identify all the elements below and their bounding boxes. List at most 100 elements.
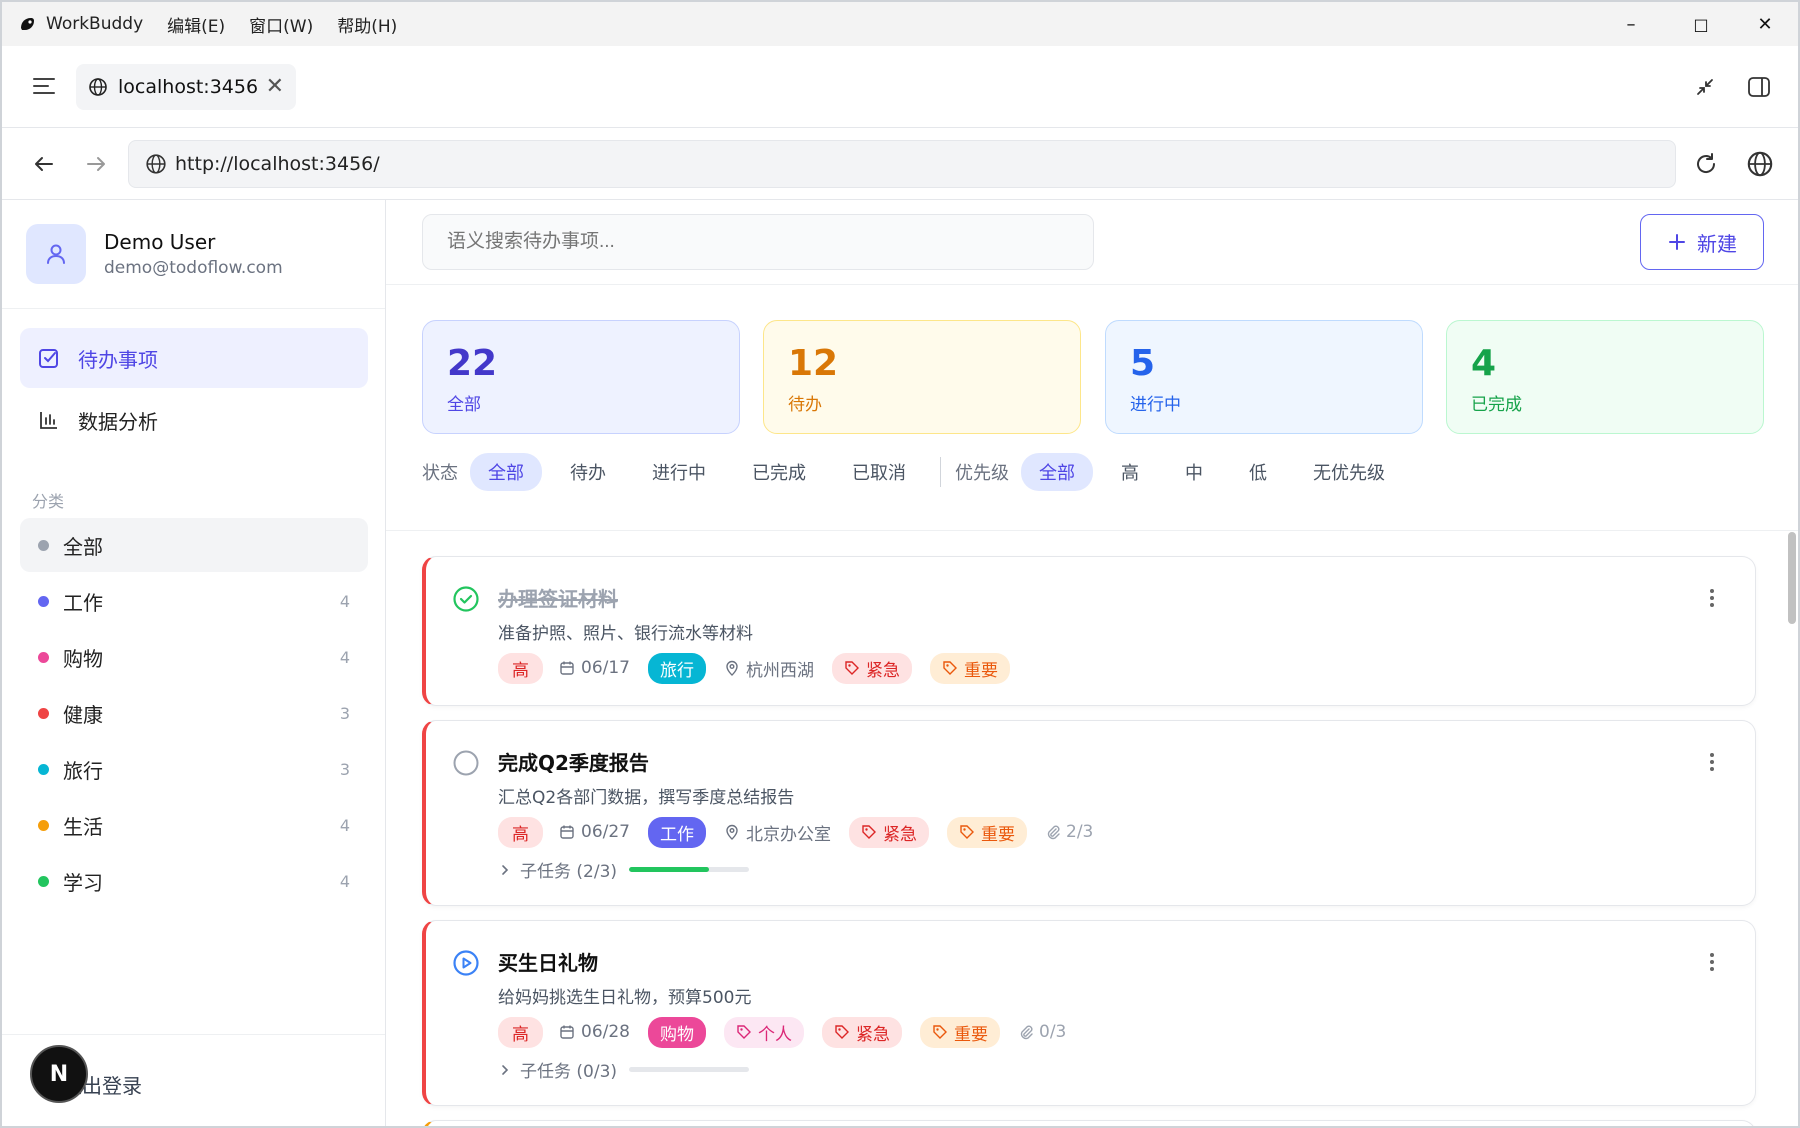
tag-badge: 紧急	[832, 652, 912, 684]
category-study[interactable]: 学习 4	[20, 854, 368, 908]
status-chip-todo[interactable]: 待办	[552, 453, 624, 491]
more-options-icon[interactable]	[1709, 951, 1715, 973]
subtasks-toggle[interactable]: 子任务 (0/3)	[498, 1057, 750, 1082]
more-options-icon[interactable]	[1709, 751, 1715, 773]
url-field[interactable]: http://localhost:3456/	[128, 140, 1676, 188]
maximize-button[interactable]: □	[1666, 2, 1736, 46]
stat-value: 22	[447, 343, 498, 384]
category-all[interactable]: 全部	[20, 518, 368, 572]
attachments: 2/3	[1045, 822, 1093, 842]
stat-value: 4	[1471, 343, 1497, 384]
back-arrow-icon[interactable]	[30, 150, 58, 178]
tag-icon	[960, 825, 974, 839]
more-options-icon[interactable]	[1709, 587, 1715, 609]
dev-tools-badge[interactable]: N	[30, 1045, 88, 1103]
subtasks-label: 子任务 (2/3)	[520, 862, 618, 882]
stat-card-done[interactable]: 4 已完成	[1446, 320, 1764, 434]
todo-meta: 高 06/17 旅行 杭州西湖 紧急 重要	[498, 652, 1028, 684]
user-icon	[47, 244, 65, 264]
category-dot	[38, 651, 49, 663]
browser-tab[interactable]: localhost:3456 ✕	[76, 64, 296, 110]
categories-heading: 分类	[32, 492, 65, 511]
stat-card-all[interactable]: 22 全部	[422, 320, 740, 434]
category-shopping[interactable]: 购物 4	[20, 630, 368, 684]
location: 北京办公室	[724, 820, 831, 845]
new-todo-button[interactable]: 新建	[1640, 214, 1764, 270]
category-dot	[38, 707, 49, 719]
location-text: 北京办公室	[746, 824, 831, 845]
reload-icon[interactable]	[1692, 150, 1720, 178]
tag-icon	[835, 1025, 849, 1039]
user-name: Demo User	[104, 230, 216, 254]
tag-label: 紧急	[883, 824, 917, 845]
nav-item-todos[interactable]: 待办事项	[20, 328, 368, 388]
status-chip-in-progress[interactable]: 进行中	[634, 453, 724, 491]
subtasks-label: 子任务 (0/3)	[520, 1062, 618, 1082]
category-count: 4	[339, 591, 350, 611]
todo-card[interactable]: 完成Q2季度报告 汇总Q2各部门数据，撰写季度总结报告 高 06/27 工作 北…	[422, 720, 1756, 906]
stat-label: 待办	[788, 395, 822, 415]
check-circle-icon[interactable]	[452, 585, 480, 613]
category-count: 3	[339, 759, 350, 779]
title-bar: WorkBuddy 编辑(E) 窗口(W) 帮助(H) – □ ✕	[2, 2, 1798, 46]
checkbox-icon	[39, 349, 58, 368]
menu-icon[interactable]	[32, 76, 56, 96]
priority-chip-high[interactable]: 高	[1103, 453, 1157, 491]
todo-card[interactable]	[422, 1120, 1756, 1126]
menu-edit[interactable]: 编辑(E)	[167, 12, 225, 37]
priority-chip-all[interactable]: 全部	[1021, 453, 1093, 491]
todo-card[interactable]: 办理签证材料 准备护照、照片、银行流水等材料 高 06/17 旅行 杭州西湖 紧…	[422, 556, 1756, 706]
category-work[interactable]: 工作 4	[20, 574, 368, 628]
bar-chart-icon	[40, 412, 57, 429]
close-window-button[interactable]: ✕	[1730, 2, 1798, 46]
status-chip-cancelled[interactable]: 已取消	[834, 453, 924, 491]
stat-card-in-progress[interactable]: 5 进行中	[1105, 320, 1423, 434]
tag-badge: 紧急	[822, 1016, 902, 1048]
priority-chip-medium[interactable]: 中	[1167, 453, 1221, 491]
subtasks-toggle[interactable]: 子任务 (2/3)	[498, 857, 750, 882]
map-pin-icon	[726, 824, 738, 840]
play-circle-icon[interactable]	[452, 949, 480, 977]
scrollbar-thumb[interactable]	[1788, 532, 1796, 624]
priority-chip-low[interactable]: 低	[1231, 453, 1285, 491]
menu-window[interactable]: 窗口(W)	[249, 12, 313, 37]
stat-card-todo[interactable]: 12 待办	[763, 320, 1081, 434]
divider	[386, 284, 1798, 285]
tag-badge: 重要	[947, 816, 1027, 848]
minimize-button[interactable]: –	[1596, 2, 1666, 46]
menu-help[interactable]: 帮助(H)	[337, 12, 397, 37]
empty-circle-icon[interactable]	[452, 749, 480, 777]
language-globe-icon[interactable]	[1746, 150, 1774, 178]
tab-close-button[interactable]: ✕	[266, 74, 284, 99]
sidebar-toggle-icon[interactable]	[1746, 74, 1772, 100]
tag-icon	[845, 661, 859, 675]
category-label: 购物	[63, 646, 103, 671]
tag-label: 重要	[964, 660, 998, 681]
forward-arrow-icon[interactable]	[82, 150, 110, 178]
status-chip-all[interactable]: 全部	[470, 453, 542, 491]
user-email: demo@todoflow.com	[104, 258, 283, 278]
filter-bar: 状态 全部 待办 进行中 已完成 已取消 优先级 全部 高 中 低 无优先级	[422, 453, 1413, 491]
category-badge: 工作	[648, 816, 706, 848]
collapse-icon[interactable]	[1692, 74, 1718, 100]
nav-item-label: 数据分析	[78, 409, 158, 434]
category-health[interactable]: 健康 3	[20, 686, 368, 740]
tag-label: 个人	[758, 1024, 792, 1045]
status-filter-label: 状态	[422, 463, 458, 484]
divider	[2, 1034, 385, 1035]
category-life[interactable]: 生活 4	[20, 798, 368, 852]
tag-badge: 个人	[724, 1016, 804, 1048]
status-chip-done[interactable]: 已完成	[734, 453, 824, 491]
category-label: 旅行	[63, 758, 103, 783]
category-travel[interactable]: 旅行 3	[20, 742, 368, 796]
category-label: 生活	[63, 814, 103, 839]
nav-item-analytics[interactable]: 数据分析	[20, 390, 368, 450]
todo-card[interactable]: 买生日礼物 给妈妈挑选生日礼物，预算500元 高 06/28 购物 个人 紧急	[422, 920, 1756, 1106]
todo-meta: 高 06/27 工作 北京办公室 紧急 重要 2/3	[498, 816, 1093, 848]
tag-label: 紧急	[856, 1024, 890, 1045]
due-date: 06/27	[559, 822, 630, 842]
nav-item-label: 待办事项	[78, 347, 158, 372]
tag-badge: 重要	[930, 652, 1010, 684]
priority-chip-none[interactable]: 无优先级	[1295, 453, 1403, 491]
search-input[interactable]	[422, 214, 1094, 270]
